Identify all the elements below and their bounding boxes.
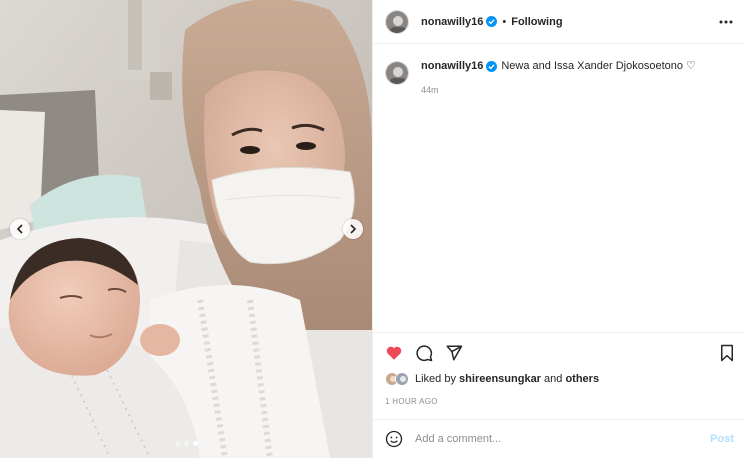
action-bar: [373, 332, 745, 372]
heart-icon: [386, 346, 402, 360]
share-icon: [446, 345, 463, 361]
comment-bar: Post: [373, 419, 745, 458]
carousel-dot: [183, 441, 189, 446]
carousel-indicator: [0, 441, 372, 446]
save-button[interactable]: [718, 344, 736, 362]
liker-avatar[interactable]: [395, 372, 409, 386]
likes-others-link[interactable]: others: [565, 373, 599, 385]
carousel-next-button[interactable]: [343, 219, 363, 239]
comment-icon: [416, 345, 433, 362]
liked-by-middle: and: [544, 373, 563, 385]
post-timestamp[interactable]: 1 HOUR AGO: [385, 397, 438, 406]
carousel-dot-active: [192, 441, 198, 446]
post-media[interactable]: [0, 0, 372, 458]
post-sidebar: nonawilly16 • Following nonawilly16 Newa…: [372, 0, 745, 458]
carousel-prev-button[interactable]: [10, 219, 30, 239]
emoji-button[interactable]: [385, 430, 403, 448]
caption-line: nonawilly16 Newa and Issa Xander Djokoso…: [421, 59, 696, 73]
following-button[interactable]: Following: [511, 16, 562, 28]
post-comment-button[interactable]: Post: [710, 433, 734, 445]
post-header: nonawilly16 • Following: [373, 0, 745, 44]
more-options-button[interactable]: [718, 14, 734, 30]
avatar[interactable]: [385, 9, 409, 34]
post-photo: [0, 0, 372, 458]
like-button[interactable]: [385, 344, 403, 362]
liker-username[interactable]: shireensungkar: [459, 373, 541, 385]
comment-button[interactable]: [415, 344, 433, 362]
liked-by-text: Liked by shireensungkar and others: [415, 373, 599, 385]
caption-text: Newa and Issa Xander Djokosoetono ♡: [501, 60, 696, 72]
likes-summary: Liked by shireensungkar and others: [385, 372, 599, 386]
share-button[interactable]: [445, 344, 463, 362]
verified-badge-icon: [486, 16, 498, 27]
comment-input[interactable]: [415, 433, 711, 445]
avatar[interactable]: [385, 61, 409, 85]
emoji-icon: [385, 430, 403, 448]
bookmark-icon: [721, 344, 733, 362]
carousel-dot: [174, 441, 180, 446]
instagram-post: nonawilly16 • Following nonawilly16 Newa…: [0, 0, 745, 458]
chevron-right-icon: [350, 224, 357, 234]
username[interactable]: nonawilly16: [421, 16, 483, 28]
caption-body: nonawilly16 Newa and Issa Xander Djokoso…: [421, 59, 696, 95]
liked-by-prefix: Liked by: [415, 373, 456, 385]
chevron-left-icon: [16, 224, 23, 234]
more-options-icon: [719, 20, 733, 24]
caption-time[interactable]: 44m: [421, 85, 696, 95]
separator: •: [502, 15, 507, 28]
post-caption: nonawilly16 Newa and Issa Xander Djokoso…: [385, 59, 735, 95]
verified-badge-icon: [486, 60, 498, 72]
caption-username[interactable]: nonawilly16: [421, 59, 483, 73]
